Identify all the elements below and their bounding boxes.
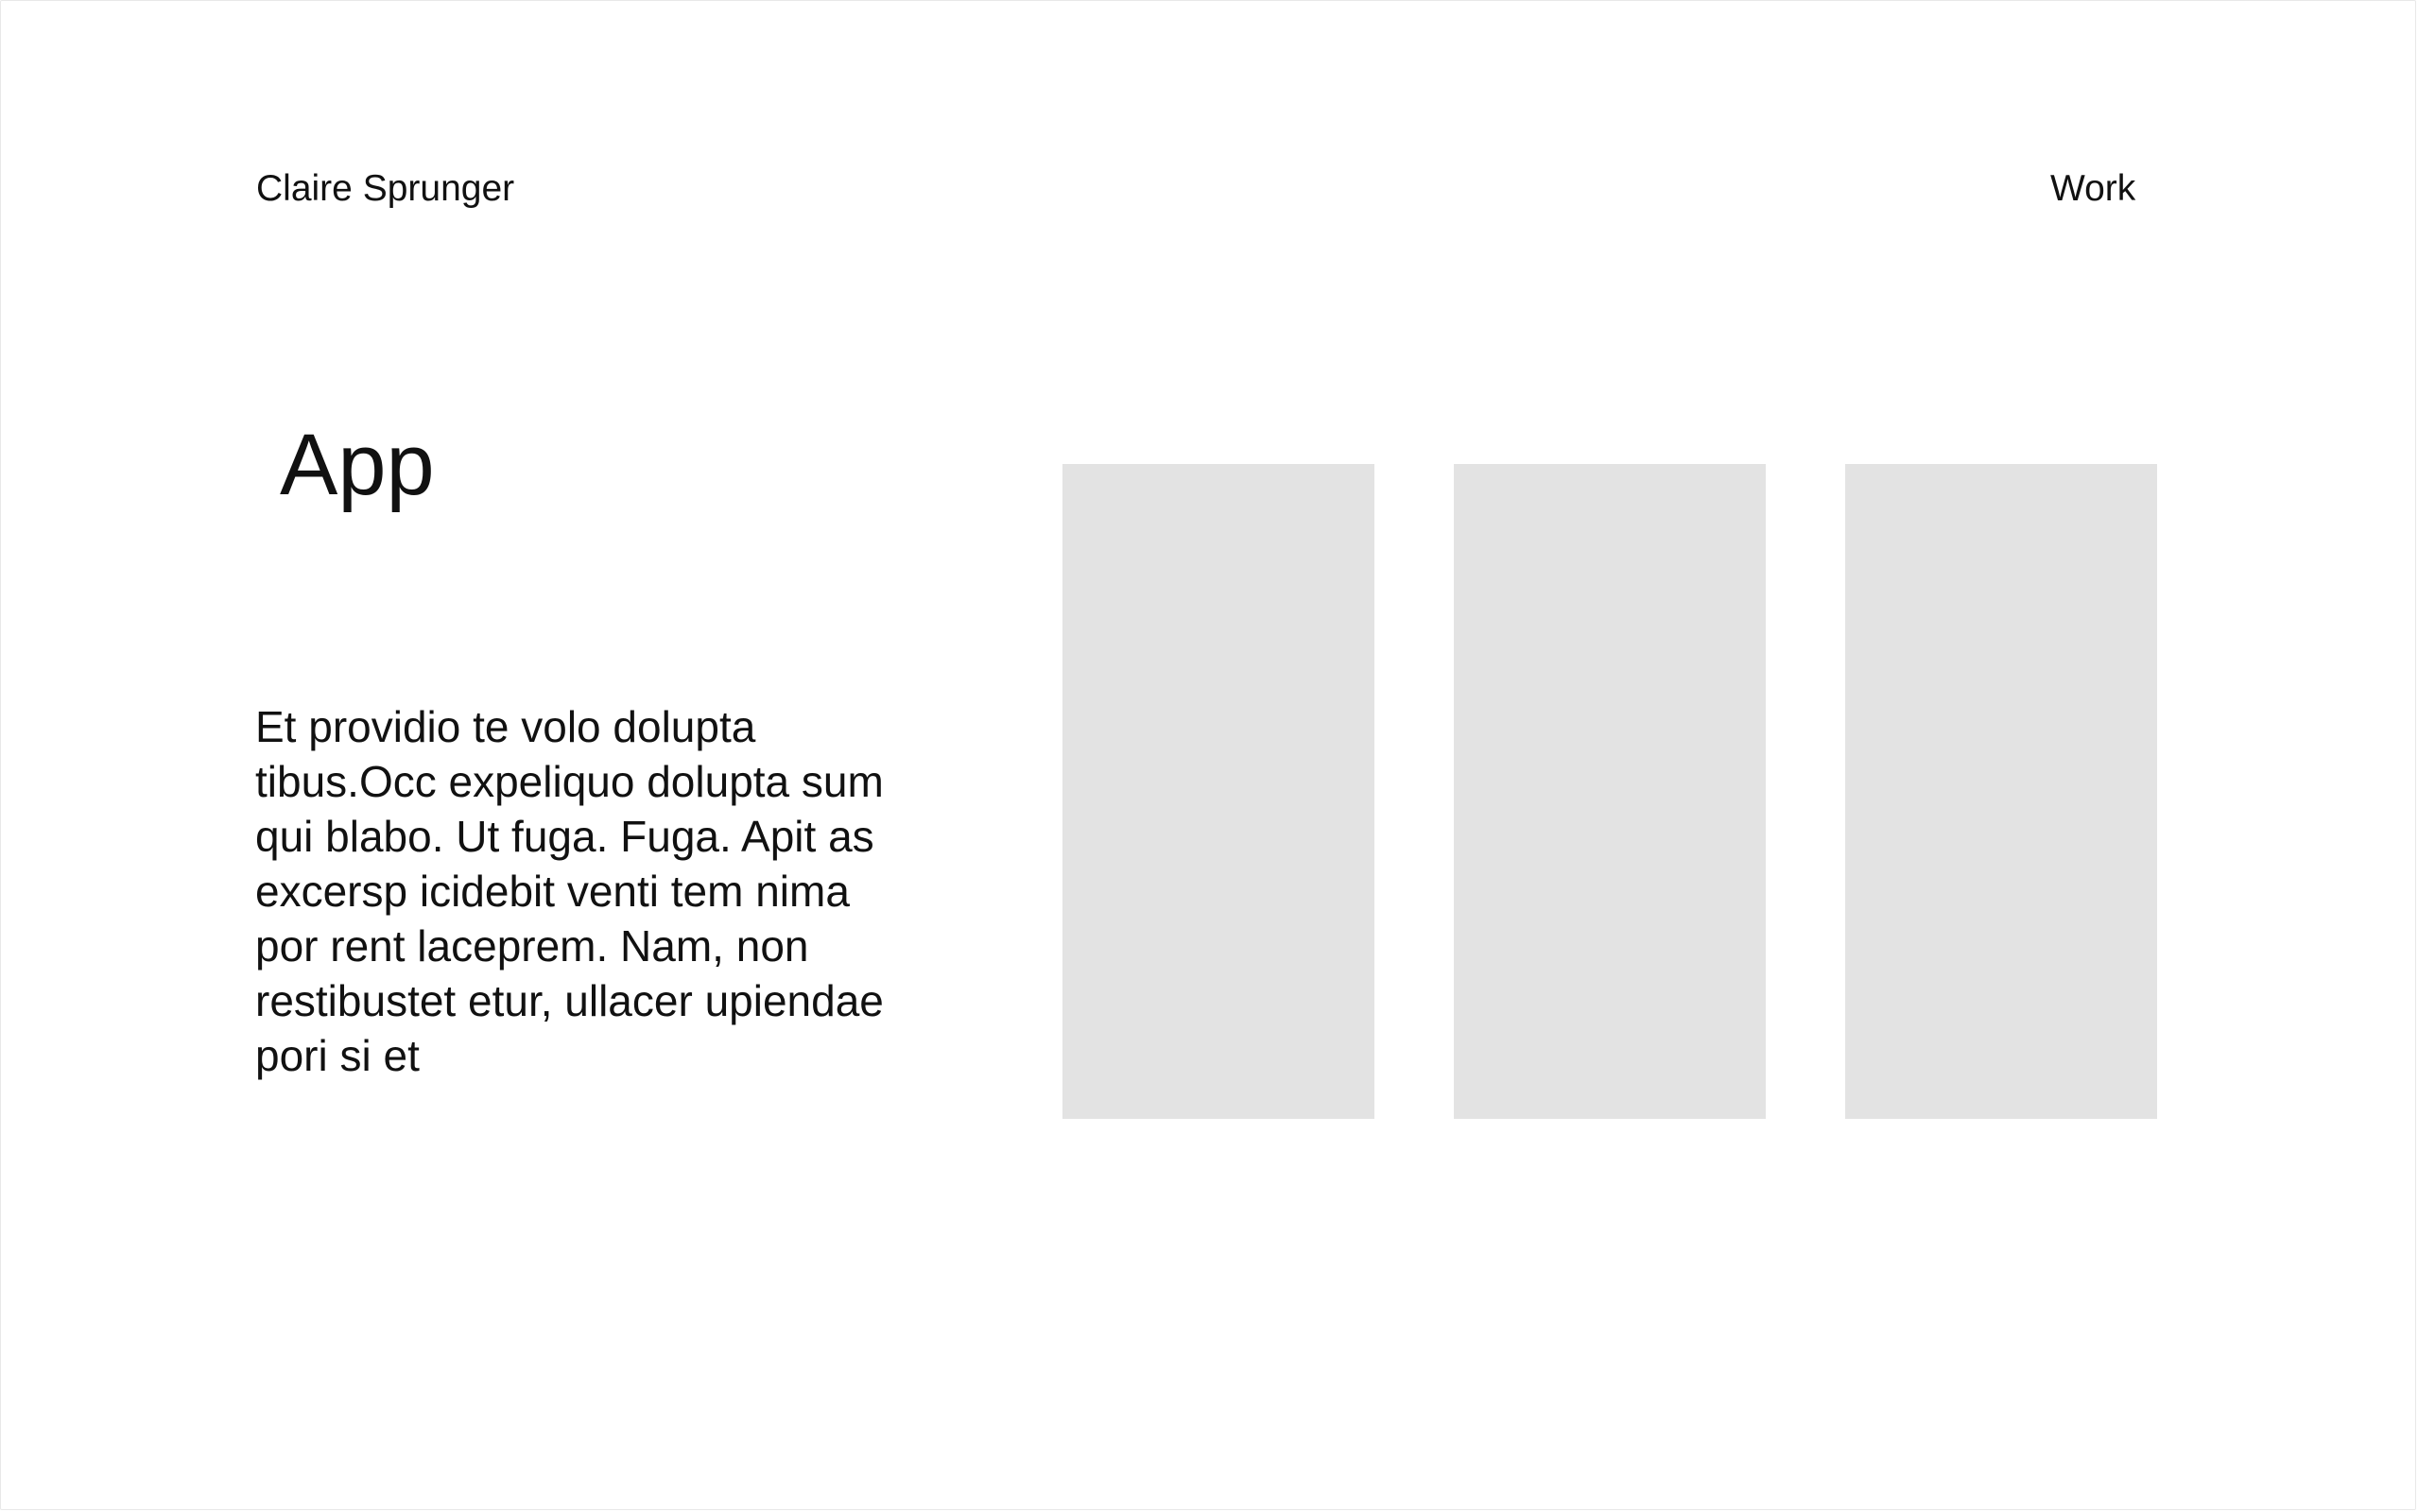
project-description: Et providio te volo dolupta tibus.Occ ex… [255,702,884,1080]
gallery-image-placeholder-2 [1454,464,1766,1119]
gallery-image-placeholder-3 [1845,464,2157,1119]
page-title: App [280,417,435,513]
site-name[interactable]: Claire Sprunger [256,166,514,212]
nav-work-link[interactable]: Work [2050,166,2135,212]
gallery-image-placeholder-1 [1062,464,1374,1119]
